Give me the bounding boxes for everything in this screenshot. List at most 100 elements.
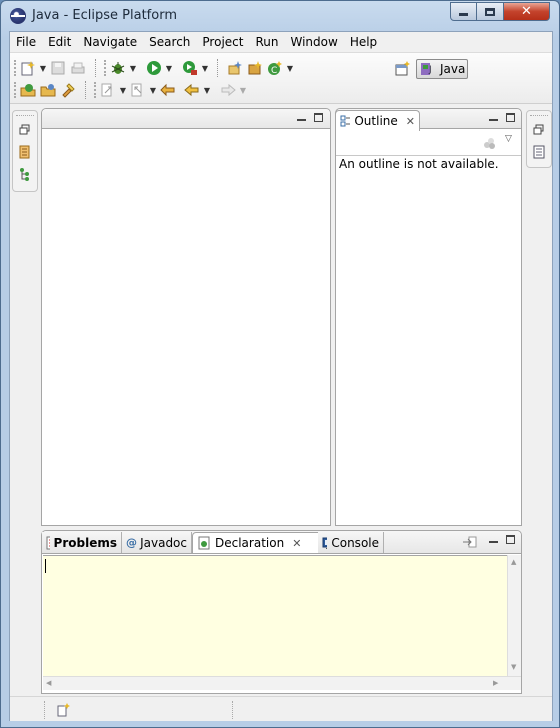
minimize-view-button[interactable] xyxy=(488,112,499,123)
forward-dropdown[interactable]: ▼ xyxy=(239,81,247,99)
close-icon[interactable]: ✕ xyxy=(406,115,415,128)
tab-console[interactable]: Console xyxy=(318,532,384,553)
scroll-up-icon[interactable]: ▲ xyxy=(511,558,516,566)
save-button[interactable] xyxy=(49,59,67,77)
scroll-left-icon[interactable]: ◀ xyxy=(46,679,51,687)
new-wizard-button[interactable] xyxy=(19,59,37,77)
view-menu-button[interactable]: ▽ xyxy=(505,134,512,144)
print-button[interactable] xyxy=(69,59,87,77)
workbench: File Edit Navigate Search Project Run Wi… xyxy=(9,31,553,721)
focus-on-active-task-button[interactable] xyxy=(482,136,496,153)
problems-tab-label: Problems xyxy=(53,535,117,550)
external-tools-dropdown[interactable]: ▼ xyxy=(201,59,209,77)
run-dropdown[interactable]: ▼ xyxy=(165,59,173,77)
new-java-project-button[interactable] xyxy=(226,59,244,77)
maximize-view-button[interactable] xyxy=(506,113,515,122)
menu-navigate[interactable]: Navigate xyxy=(77,32,143,52)
menu-bar: File Edit Navigate Search Project Run Wi… xyxy=(10,32,552,52)
toolbar-separator xyxy=(217,59,218,77)
debug-button[interactable] xyxy=(109,59,127,77)
back-button[interactable] xyxy=(183,81,201,99)
task-list-button[interactable] xyxy=(532,145,546,162)
open-input-icon xyxy=(463,536,477,548)
open-perspective-button[interactable] xyxy=(394,60,412,78)
menu-window[interactable]: Window xyxy=(284,32,343,52)
bottom-panel: Problems @ Javadoc Declaration ✕ Console xyxy=(41,530,522,694)
toolbar-grip[interactable] xyxy=(14,82,17,98)
editor-area[interactable] xyxy=(41,108,331,526)
status-separator xyxy=(232,701,233,719)
previous-annotation-dropdown[interactable]: ▼ xyxy=(149,81,157,99)
declaration-icon xyxy=(198,536,210,550)
tab-problems[interactable]: Problems xyxy=(42,532,122,553)
last-edit-location-button[interactable] xyxy=(159,81,177,99)
fast-view-icon xyxy=(57,703,70,717)
java-perspective-button[interactable]: J Java xyxy=(416,59,468,79)
menu-edit[interactable]: Edit xyxy=(42,32,77,52)
outline-view: Outline ✕ ▽ An outline is not available. xyxy=(335,108,522,526)
menu-project[interactable]: Project xyxy=(196,32,249,52)
debug-dropdown[interactable]: ▼ xyxy=(129,59,137,77)
perspective-bar: J Java xyxy=(394,59,474,81)
package-explorer-button[interactable] xyxy=(18,145,32,162)
fast-view-button[interactable] xyxy=(56,702,72,721)
next-annotation-button[interactable] xyxy=(99,81,117,99)
run-button[interactable] xyxy=(145,59,163,77)
menu-file[interactable]: File xyxy=(10,32,42,52)
vertical-scrollbar[interactable]: ▲ ▼ xyxy=(507,555,521,676)
new-dropdown[interactable]: ▼ xyxy=(39,59,47,77)
new-class-button[interactable]: C xyxy=(266,59,284,77)
new-file-icon xyxy=(21,61,35,76)
toolbar-grip[interactable] xyxy=(104,60,107,76)
new-class-dropdown[interactable]: ▼ xyxy=(286,59,294,77)
scroll-down-icon[interactable]: ▼ xyxy=(511,663,516,671)
menu-help[interactable]: Help xyxy=(344,32,383,52)
focus-task-icon xyxy=(484,138,495,149)
close-icon[interactable]: ✕ xyxy=(292,537,301,550)
external-tools-button[interactable] xyxy=(181,59,199,77)
external-tools-icon xyxy=(183,61,197,75)
editor-header xyxy=(42,109,330,129)
search-button[interactable] xyxy=(59,81,77,99)
maximize-view-button[interactable] xyxy=(314,113,323,122)
maximize-button[interactable] xyxy=(477,2,504,21)
back-dropdown[interactable]: ▼ xyxy=(203,81,211,99)
scroll-right-icon[interactable]: ▶ xyxy=(493,679,498,687)
minimize-view-button[interactable] xyxy=(296,112,307,123)
previous-annotation-button[interactable] xyxy=(129,81,147,99)
restore-button[interactable] xyxy=(18,123,32,140)
tab-declaration[interactable]: Declaration ✕ xyxy=(192,532,322,553)
menu-run[interactable]: Run xyxy=(249,32,284,52)
open-task-button[interactable] xyxy=(39,81,57,99)
tab-outline[interactable]: Outline ✕ xyxy=(335,110,420,131)
outline-tab-label: Outline xyxy=(354,114,398,128)
open-declaration-button[interactable] xyxy=(462,535,478,552)
hierarchy-button[interactable] xyxy=(18,167,32,184)
trim-grip[interactable] xyxy=(530,115,548,119)
title-bar[interactable]: Java - Eclipse Platform ✕ xyxy=(1,1,559,31)
maximize-view-button[interactable] xyxy=(506,535,515,544)
new-package-button[interactable] xyxy=(246,59,264,77)
forward-arrow-icon xyxy=(221,83,236,97)
main-toolbar: ▼ ▼ ▼ ▼ C ▼ J Java ▼ ▼ ▼ ▼ xyxy=(10,52,552,104)
console-icon xyxy=(322,537,328,549)
toolbar-grip[interactable] xyxy=(94,82,97,98)
close-button[interactable]: ✕ xyxy=(504,2,550,21)
minimize-view-button[interactable] xyxy=(488,534,499,545)
toolbar-grip[interactable] xyxy=(14,60,17,76)
open-perspective-icon xyxy=(395,61,410,76)
task-list-icon xyxy=(533,145,545,159)
open-type-button[interactable] xyxy=(19,81,37,99)
menu-search[interactable]: Search xyxy=(143,32,196,52)
declaration-source-area[interactable] xyxy=(43,555,507,676)
tab-javadoc[interactable]: @ Javadoc xyxy=(122,532,192,553)
next-annotation-dropdown[interactable]: ▼ xyxy=(119,81,127,99)
horizontal-scrollbar[interactable]: ◀ ▶ xyxy=(43,676,521,690)
declaration-tab-label: Declaration xyxy=(215,536,285,550)
forward-button[interactable] xyxy=(219,81,237,99)
trim-grip[interactable] xyxy=(16,115,34,119)
svg-text:J: J xyxy=(428,65,432,75)
minimize-icon xyxy=(459,13,468,16)
restore-button[interactable] xyxy=(532,123,546,140)
minimize-button[interactable] xyxy=(450,2,477,21)
